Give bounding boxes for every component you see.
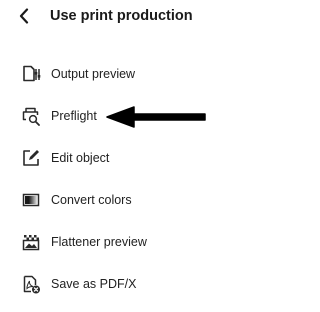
preflight-icon (20, 105, 42, 127)
menu-item-label: Flattener preview (51, 235, 147, 249)
convert-colors-icon (20, 189, 42, 211)
back-button[interactable] (16, 5, 32, 27)
chevron-left-icon (19, 8, 29, 24)
menu-item-save-pdfx[interactable]: Save as PDF/X (20, 271, 230, 297)
menu-item-label: Output preview (51, 67, 136, 81)
menu-item-convert-colors[interactable]: Convert colors (20, 187, 230, 213)
menu-item-edit-object[interactable]: Edit object (20, 145, 230, 171)
flattener-preview-icon (20, 231, 42, 253)
edit-object-icon (20, 147, 42, 169)
arrow-left-icon (106, 106, 206, 128)
menu-item-label: Save as PDF/X (51, 277, 137, 291)
panel-header: Use print production (0, 0, 240, 34)
save-pdfx-icon (20, 273, 42, 295)
output-preview-icon (20, 63, 42, 85)
menu-item-label: Edit object (51, 151, 110, 165)
menu-item-label: Preflight (51, 109, 97, 123)
menu-item-output-preview[interactable]: Output preview (20, 61, 230, 87)
menu-item-label: Convert colors (51, 193, 132, 207)
menu-item-flattener-preview[interactable]: Flattener preview (20, 229, 230, 255)
panel-title: Use print production (50, 8, 193, 24)
